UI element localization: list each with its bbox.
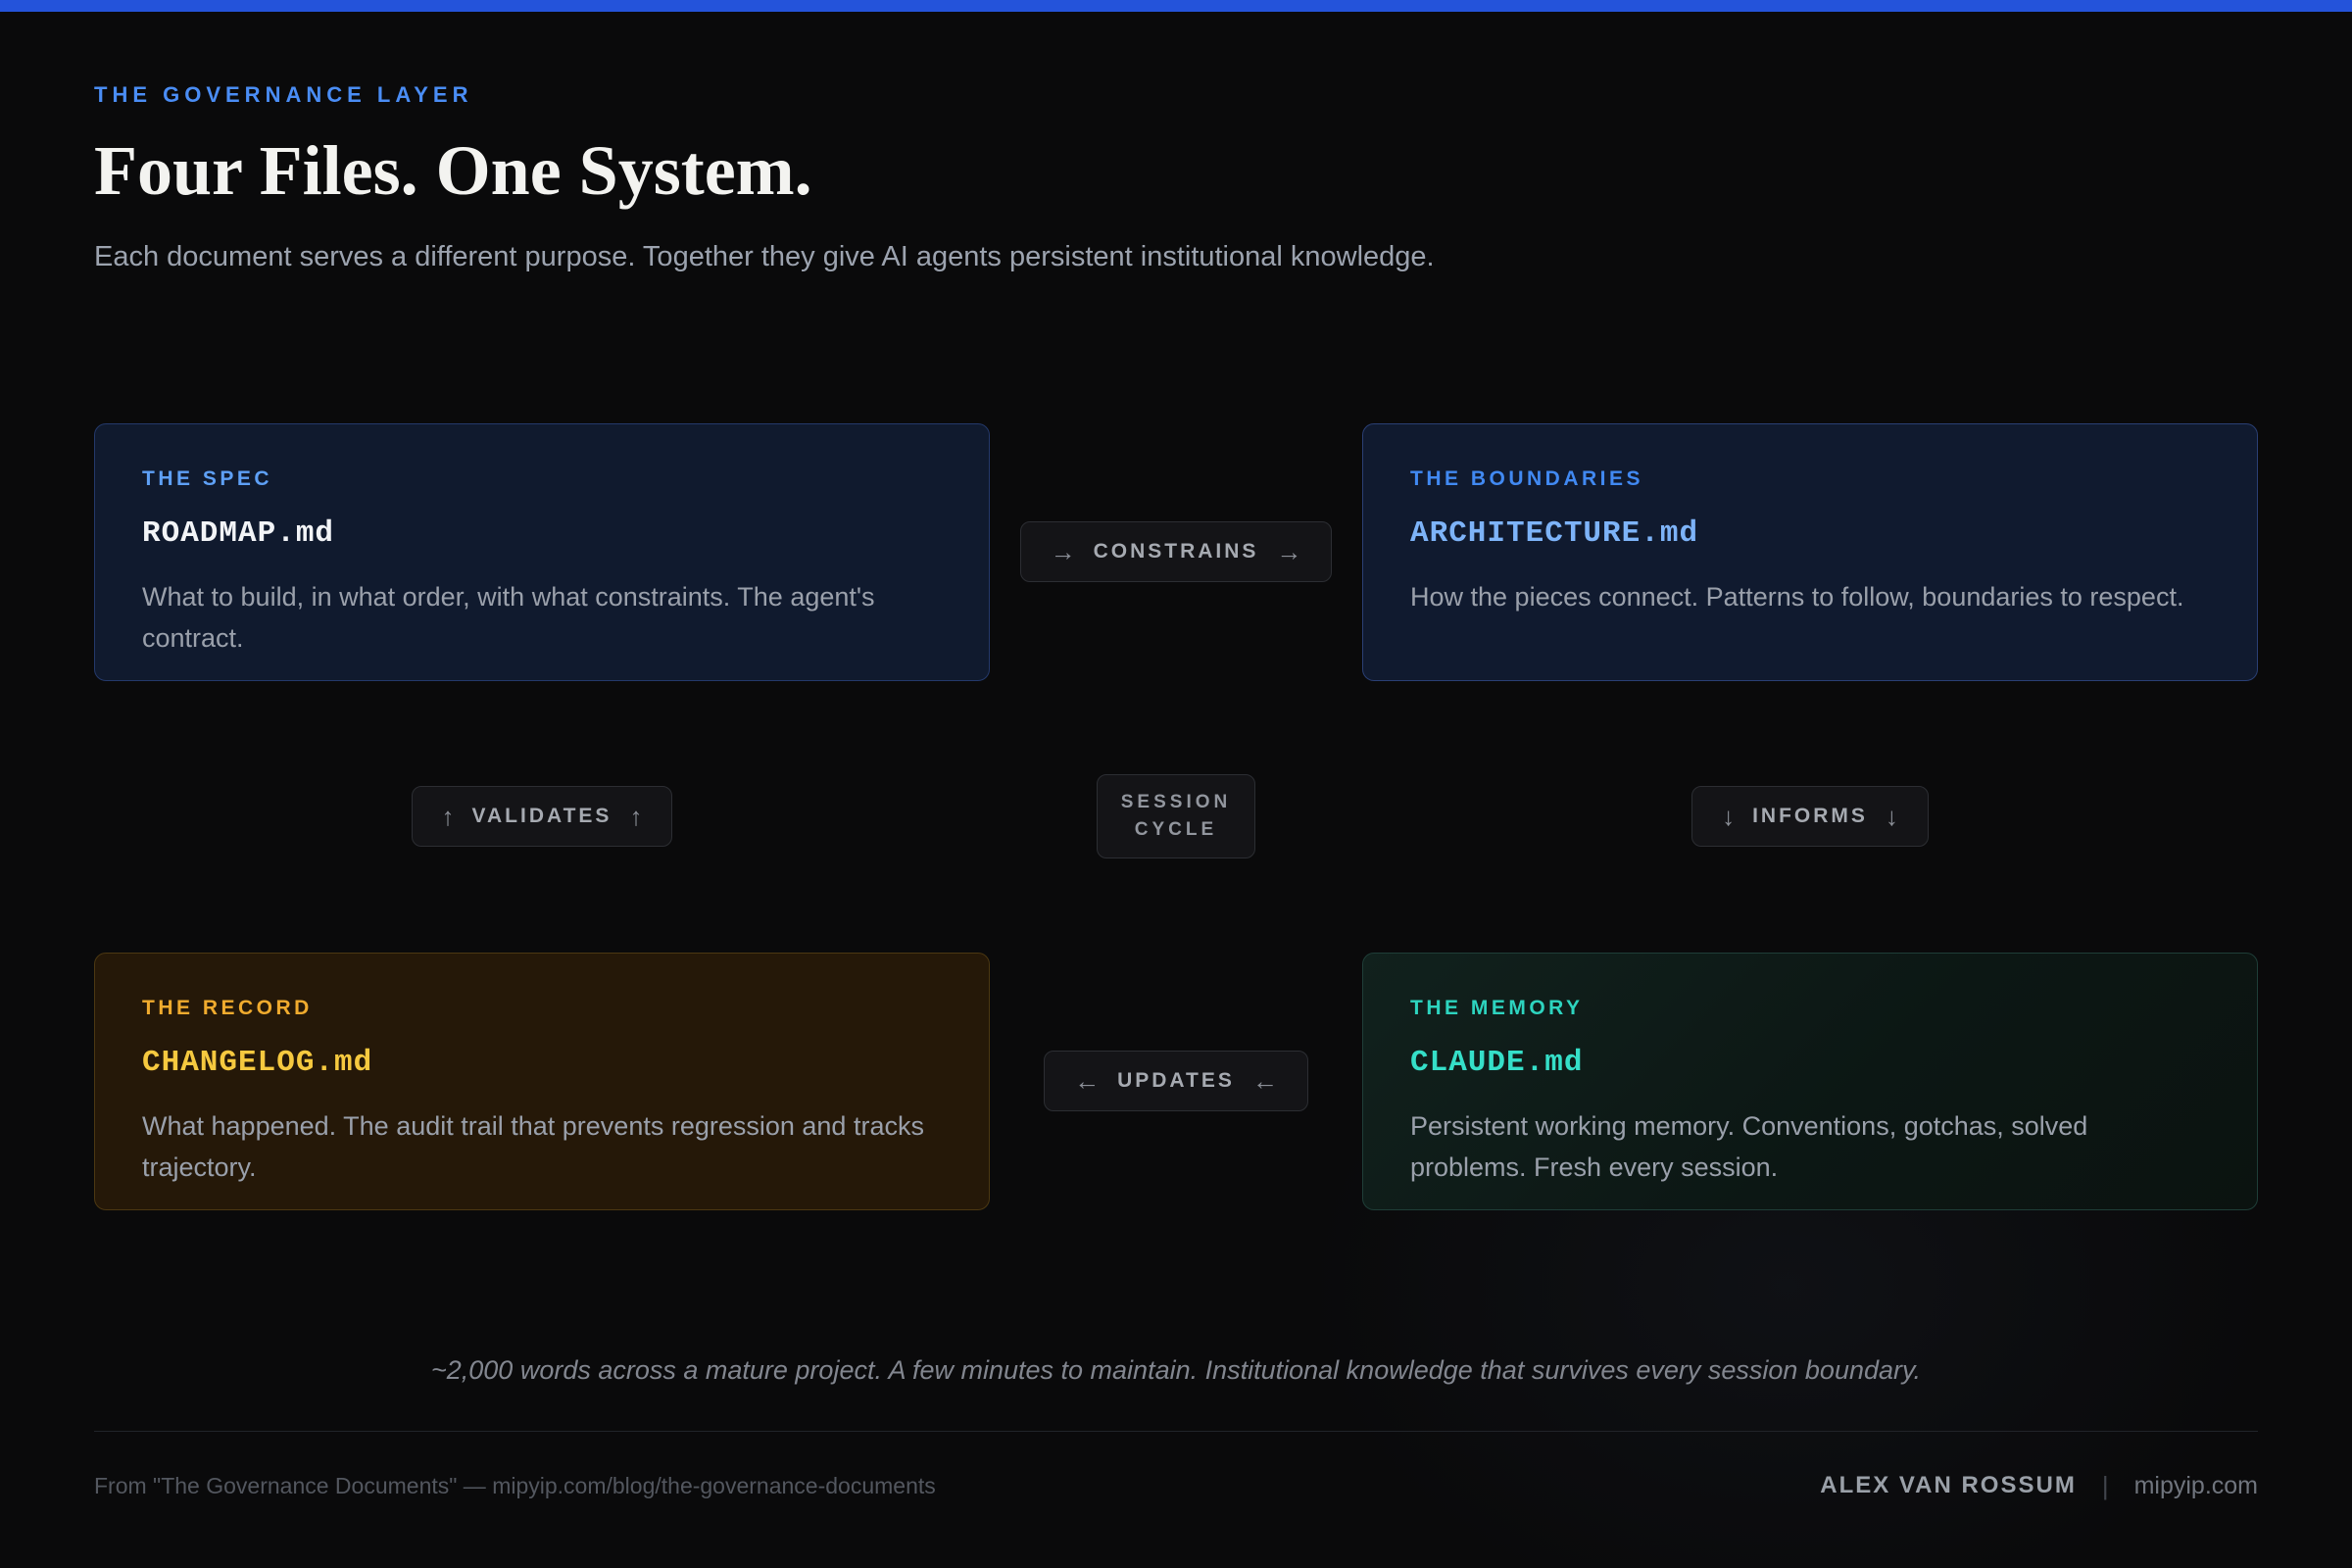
spec-card-description: What to build, in what order, with what …: [142, 576, 942, 659]
updates-label: UPDATES: [1117, 1069, 1235, 1093]
constrains-label: CONSTRAINS: [1094, 540, 1259, 564]
memory-card-label: THE MEMORY: [1410, 997, 2210, 1020]
arrow-left-icon: ←: [1252, 1066, 1278, 1097]
boundaries-card-cell: THE BOUNDARIES ARCHITECTURE.md How the p…: [1362, 423, 2258, 681]
record-card-description: What happened. The audit trail that prev…: [142, 1105, 942, 1188]
memory-card-description: Persistent working memory. Conventions, …: [1410, 1105, 2210, 1188]
updates-connector-cell: ← UPDATES ←: [990, 953, 1362, 1210]
memory-card-cell: THE MEMORY CLAUDE.md Persistent working …: [1362, 953, 2258, 1210]
validates-connector-cell: ↑ VALIDATES ↑: [94, 681, 990, 953]
spec-card: THE SPEC ROADMAP.md What to build, in wh…: [94, 423, 990, 681]
arrow-down-icon: ↓: [1886, 802, 1898, 832]
footer-attribution: ALEX VAN ROSSUM | mipyip.com: [1820, 1471, 2258, 1501]
arrow-down-icon: ↓: [1722, 802, 1735, 832]
footer-author: ALEX VAN ROSSUM: [1820, 1472, 2077, 1499]
validates-connector: ↑ VALIDATES ↑: [412, 786, 673, 847]
informs-connector-cell: ↓ INFORMS ↓: [1362, 681, 2258, 953]
constrains-connector: → CONSTRAINS →: [1020, 521, 1333, 582]
diagram-row-middle: ↑ VALIDATES ↑ SESSION CYCLE ↓ INFORMS ↓: [94, 681, 2258, 953]
boundaries-card-description: How the pieces connect. Patterns to foll…: [1410, 576, 2210, 617]
validates-label: VALIDATES: [472, 805, 612, 828]
updates-connector: ← UPDATES ←: [1044, 1051, 1308, 1111]
session-cycle-line1: SESSION: [1121, 789, 1231, 816]
memory-card-filename: CLAUDE.md: [1410, 1046, 2210, 1080]
spec-card-filename: ROADMAP.md: [142, 516, 942, 551]
spec-card-cell: THE SPEC ROADMAP.md What to build, in wh…: [94, 423, 990, 681]
diagram-row-bottom: THE RECORD CHANGELOG.md What happened. T…: [94, 953, 2258, 1210]
page-subtitle: Each document serves a different purpose…: [94, 239, 2258, 276]
page-container: THE GOVERNANCE LAYER Four Files. One Sys…: [0, 82, 2352, 1501]
memory-card: THE MEMORY CLAUDE.md Persistent working …: [1362, 953, 2258, 1210]
footer-source-text: From "The Governance Documents" — mipyip…: [94, 1473, 936, 1499]
constrains-connector-cell: → CONSTRAINS →: [990, 423, 1362, 681]
session-cycle-line2: CYCLE: [1135, 816, 1217, 844]
arrow-up-icon: ↑: [629, 802, 642, 832]
footer-separator: |: [2102, 1471, 2109, 1501]
page-title: Four Files. One System.: [94, 135, 2258, 206]
accent-top-bar: [0, 0, 2352, 12]
arrow-right-icon: →: [1276, 537, 1301, 567]
eyebrow-label: THE GOVERNANCE LAYER: [94, 82, 2258, 108]
informs-connector: ↓ INFORMS ↓: [1691, 786, 1929, 847]
diagram-row-top: THE SPEC ROADMAP.md What to build, in wh…: [94, 423, 2258, 681]
session-cycle-cell: SESSION CYCLE: [990, 681, 1362, 953]
boundaries-card-filename: ARCHITECTURE.md: [1410, 516, 2210, 551]
record-card-cell: THE RECORD CHANGELOG.md What happened. T…: [94, 953, 990, 1210]
arrow-up-icon: ↑: [442, 802, 455, 832]
diagram-grid: THE SPEC ROADMAP.md What to build, in wh…: [94, 423, 2258, 1210]
arrow-left-icon: ←: [1074, 1066, 1100, 1097]
record-card: THE RECORD CHANGELOG.md What happened. T…: [94, 953, 990, 1210]
boundaries-card-label: THE BOUNDARIES: [1410, 467, 2210, 491]
informs-label: INFORMS: [1752, 805, 1868, 828]
footer-site: mipyip.com: [2134, 1472, 2258, 1500]
footer: From "The Governance Documents" — mipyip…: [94, 1432, 2258, 1501]
spec-card-label: THE SPEC: [142, 467, 942, 491]
record-card-filename: CHANGELOG.md: [142, 1046, 942, 1080]
summary-note: ~2,000 words across a mature project. A …: [94, 1355, 2258, 1386]
arrow-right-icon: →: [1051, 537, 1076, 567]
record-card-label: THE RECORD: [142, 997, 942, 1020]
boundaries-card: THE BOUNDARIES ARCHITECTURE.md How the p…: [1362, 423, 2258, 681]
session-cycle-badge: SESSION CYCLE: [1097, 774, 1255, 858]
